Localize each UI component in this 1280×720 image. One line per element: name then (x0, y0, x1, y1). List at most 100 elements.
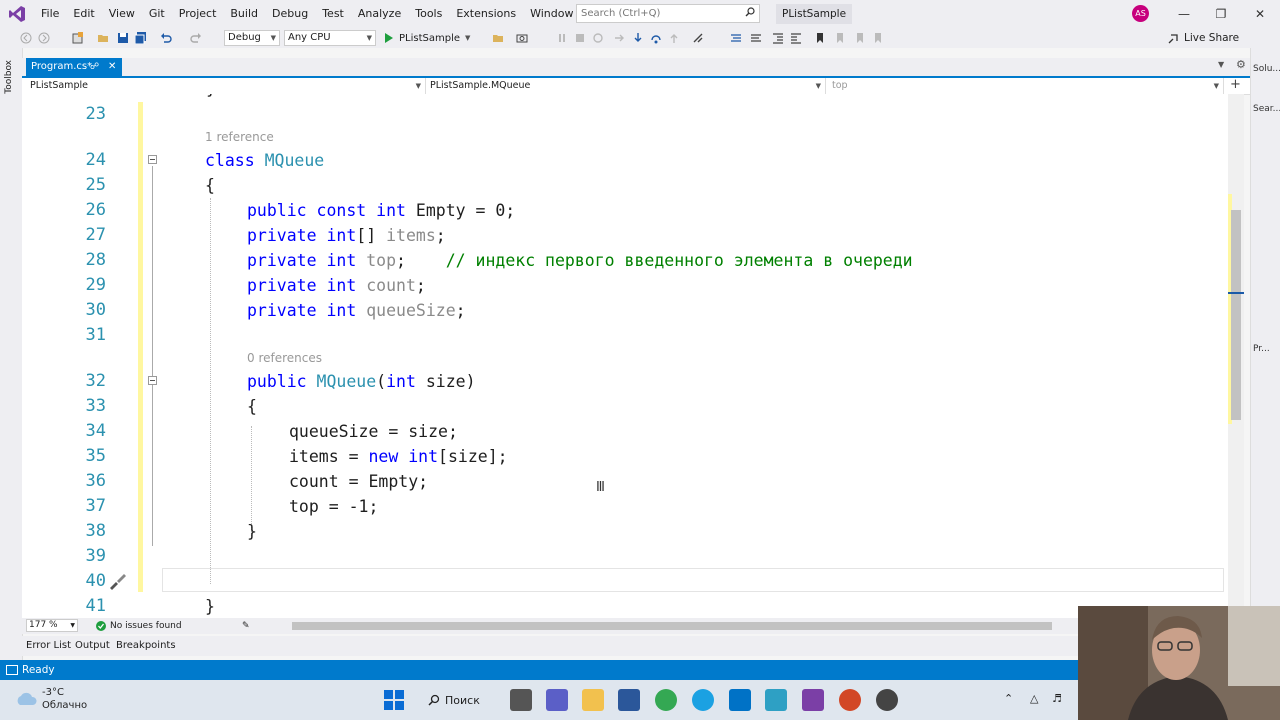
menu-edit[interactable]: Edit (66, 0, 101, 28)
solution-explorer-tab[interactable]: Solu... (1253, 64, 1280, 74)
toolbox-tab[interactable]: Toolbox (4, 60, 14, 94)
line-number: 25 (85, 175, 106, 195)
prev-bookmark-icon[interactable] (834, 32, 846, 44)
menu-build[interactable]: Build (223, 0, 265, 28)
search-panel-tab[interactable]: Sear... (1253, 104, 1280, 114)
issues-label: No issues found (110, 621, 182, 631)
back-icon[interactable] (20, 32, 32, 44)
zoom-select[interactable]: 177 % ▼ (26, 619, 78, 632)
menu-view[interactable]: View (102, 0, 142, 28)
configuration-select[interactable]: Debug ▼ (224, 30, 280, 46)
forward-icon[interactable] (38, 32, 50, 44)
restart-icon[interactable] (592, 32, 604, 44)
tab-output[interactable]: Output (75, 636, 110, 656)
vertical-scrollbar[interactable] (1228, 94, 1244, 618)
step-over-icon[interactable] (650, 32, 662, 44)
tab-error-list[interactable]: Error List (26, 636, 71, 656)
tab-dropdown-icon[interactable]: ▼ (1218, 60, 1224, 69)
status-icon (6, 665, 18, 675)
maximize-button[interactable]: ❐ (1203, 0, 1239, 28)
camera-icon[interactable] (516, 32, 528, 44)
indent-icon[interactable] (772, 32, 784, 44)
solution-name: PListSample (776, 4, 853, 24)
brush-icon[interactable]: ✎ (242, 618, 250, 634)
windows-start-icon[interactable] (384, 690, 404, 710)
properties-tab[interactable]: Pr... (1253, 344, 1270, 354)
live-share-button[interactable]: Live Share (1168, 29, 1239, 47)
toolbox-strip: Toolbox (0, 48, 23, 660)
taskbar-search[interactable]: Поиск (428, 689, 480, 711)
outdent-icon[interactable] (790, 32, 802, 44)
visual-studio-taskbar-icon[interactable] (802, 689, 824, 711)
member-dropdown[interactable]: top ▼ (828, 78, 1224, 94)
menu-file[interactable]: File (34, 0, 66, 28)
horizontal-scrollbar-thumb[interactable] (292, 622, 1052, 630)
hot-reload-icon[interactable] (692, 32, 704, 44)
word-icon[interactable] (618, 689, 640, 711)
powerpoint-icon[interactable] (839, 689, 861, 711)
save-icon[interactable] (117, 32, 129, 44)
scrollbar-thumb[interactable] (1231, 210, 1241, 420)
save-all-icon[interactable] (135, 32, 147, 44)
show-next-statement-icon[interactable] (614, 32, 626, 44)
pin-icon[interactable]: ☍ (90, 58, 99, 76)
mail-icon[interactable] (729, 689, 751, 711)
volume-icon[interactable]: ♬ (1052, 692, 1062, 705)
codelens-references[interactable]: 1 reference (205, 130, 274, 144)
open-folder-icon[interactable] (97, 32, 109, 44)
code-line: public const int Empty = 0; (247, 201, 516, 220)
code-editor[interactable]: Ⅲ } 23 1 reference 24 class MQueue 25 { … (22, 94, 1228, 618)
comment-lines-icon[interactable] (730, 32, 742, 44)
edge-icon[interactable] (692, 689, 714, 711)
project-dropdown[interactable]: PListSample ▼ (26, 78, 426, 94)
menu-git[interactable]: Git (142, 0, 172, 28)
teams-icon[interactable] (546, 689, 568, 711)
menu-window[interactable]: Window (523, 0, 580, 28)
tab-program-cs[interactable]: Program.cs* ☍ ✕ (26, 58, 122, 76)
issues-indicator[interactable]: No issues found (96, 618, 182, 634)
split-add-icon[interactable]: + (1230, 78, 1241, 92)
type-dropdown[interactable]: PListSample.MQueue ▼ (426, 78, 826, 94)
menu-test[interactable]: Test (315, 0, 351, 28)
minimize-button[interactable]: — (1166, 0, 1202, 28)
bookmark-icon[interactable] (814, 32, 826, 44)
task-view-icon[interactable] (510, 689, 532, 711)
menu-project[interactable]: Project (172, 0, 224, 28)
folder-icon[interactable] (492, 32, 504, 44)
clear-bookmarks-icon[interactable] (872, 32, 884, 44)
step-out-icon[interactable] (668, 32, 680, 44)
next-bookmark-icon[interactable] (854, 32, 866, 44)
menu-debug[interactable]: Debug (265, 0, 315, 28)
close-button[interactable]: ✕ (1242, 0, 1278, 28)
start-debugging-button[interactable]: PListSample ▼ (384, 29, 470, 47)
notepad-icon[interactable] (765, 689, 787, 711)
menu-tools[interactable]: Tools (408, 0, 449, 28)
settings-gear-icon[interactable]: ⚙ (1236, 58, 1246, 71)
tab-breakpoints[interactable]: Breakpoints (116, 636, 176, 656)
visual-studio-logo-icon[interactable] (8, 5, 26, 23)
tab-label: Program.cs* (31, 61, 93, 72)
chrome-icon[interactable] (655, 689, 677, 711)
search-input[interactable]: Search (Ctrl+Q) (576, 4, 760, 23)
close-tab-icon[interactable]: ✕ (108, 58, 116, 76)
menu-analyze[interactable]: Analyze (351, 0, 408, 28)
redo-icon[interactable] (190, 32, 202, 44)
code-line: private int[] items; (247, 226, 446, 245)
undo-icon[interactable] (160, 32, 172, 44)
github-icon[interactable] (876, 689, 898, 711)
codelens-references[interactable]: 0 references (247, 351, 322, 365)
menu-extensions[interactable]: Extensions (449, 0, 523, 28)
editor-status-strip: 177 % ▼ No issues found ✎ (22, 618, 1250, 634)
stop-icon[interactable] (574, 32, 586, 44)
network-icon[interactable]: △ (1030, 692, 1038, 705)
uncomment-lines-icon[interactable] (750, 32, 762, 44)
chevron-down-icon: ▼ (465, 34, 471, 42)
platform-select[interactable]: Any CPU ▼ (284, 30, 376, 46)
avatar[interactable]: AS (1132, 5, 1149, 22)
tray-chevron-up-icon[interactable]: ⌃ (1004, 692, 1013, 705)
pause-icon[interactable] (556, 32, 568, 44)
weather-widget[interactable]: -3°C Облачно (14, 686, 87, 712)
step-into-icon[interactable] (632, 32, 644, 44)
file-explorer-icon[interactable] (582, 689, 604, 711)
new-project-icon[interactable] (72, 32, 84, 44)
